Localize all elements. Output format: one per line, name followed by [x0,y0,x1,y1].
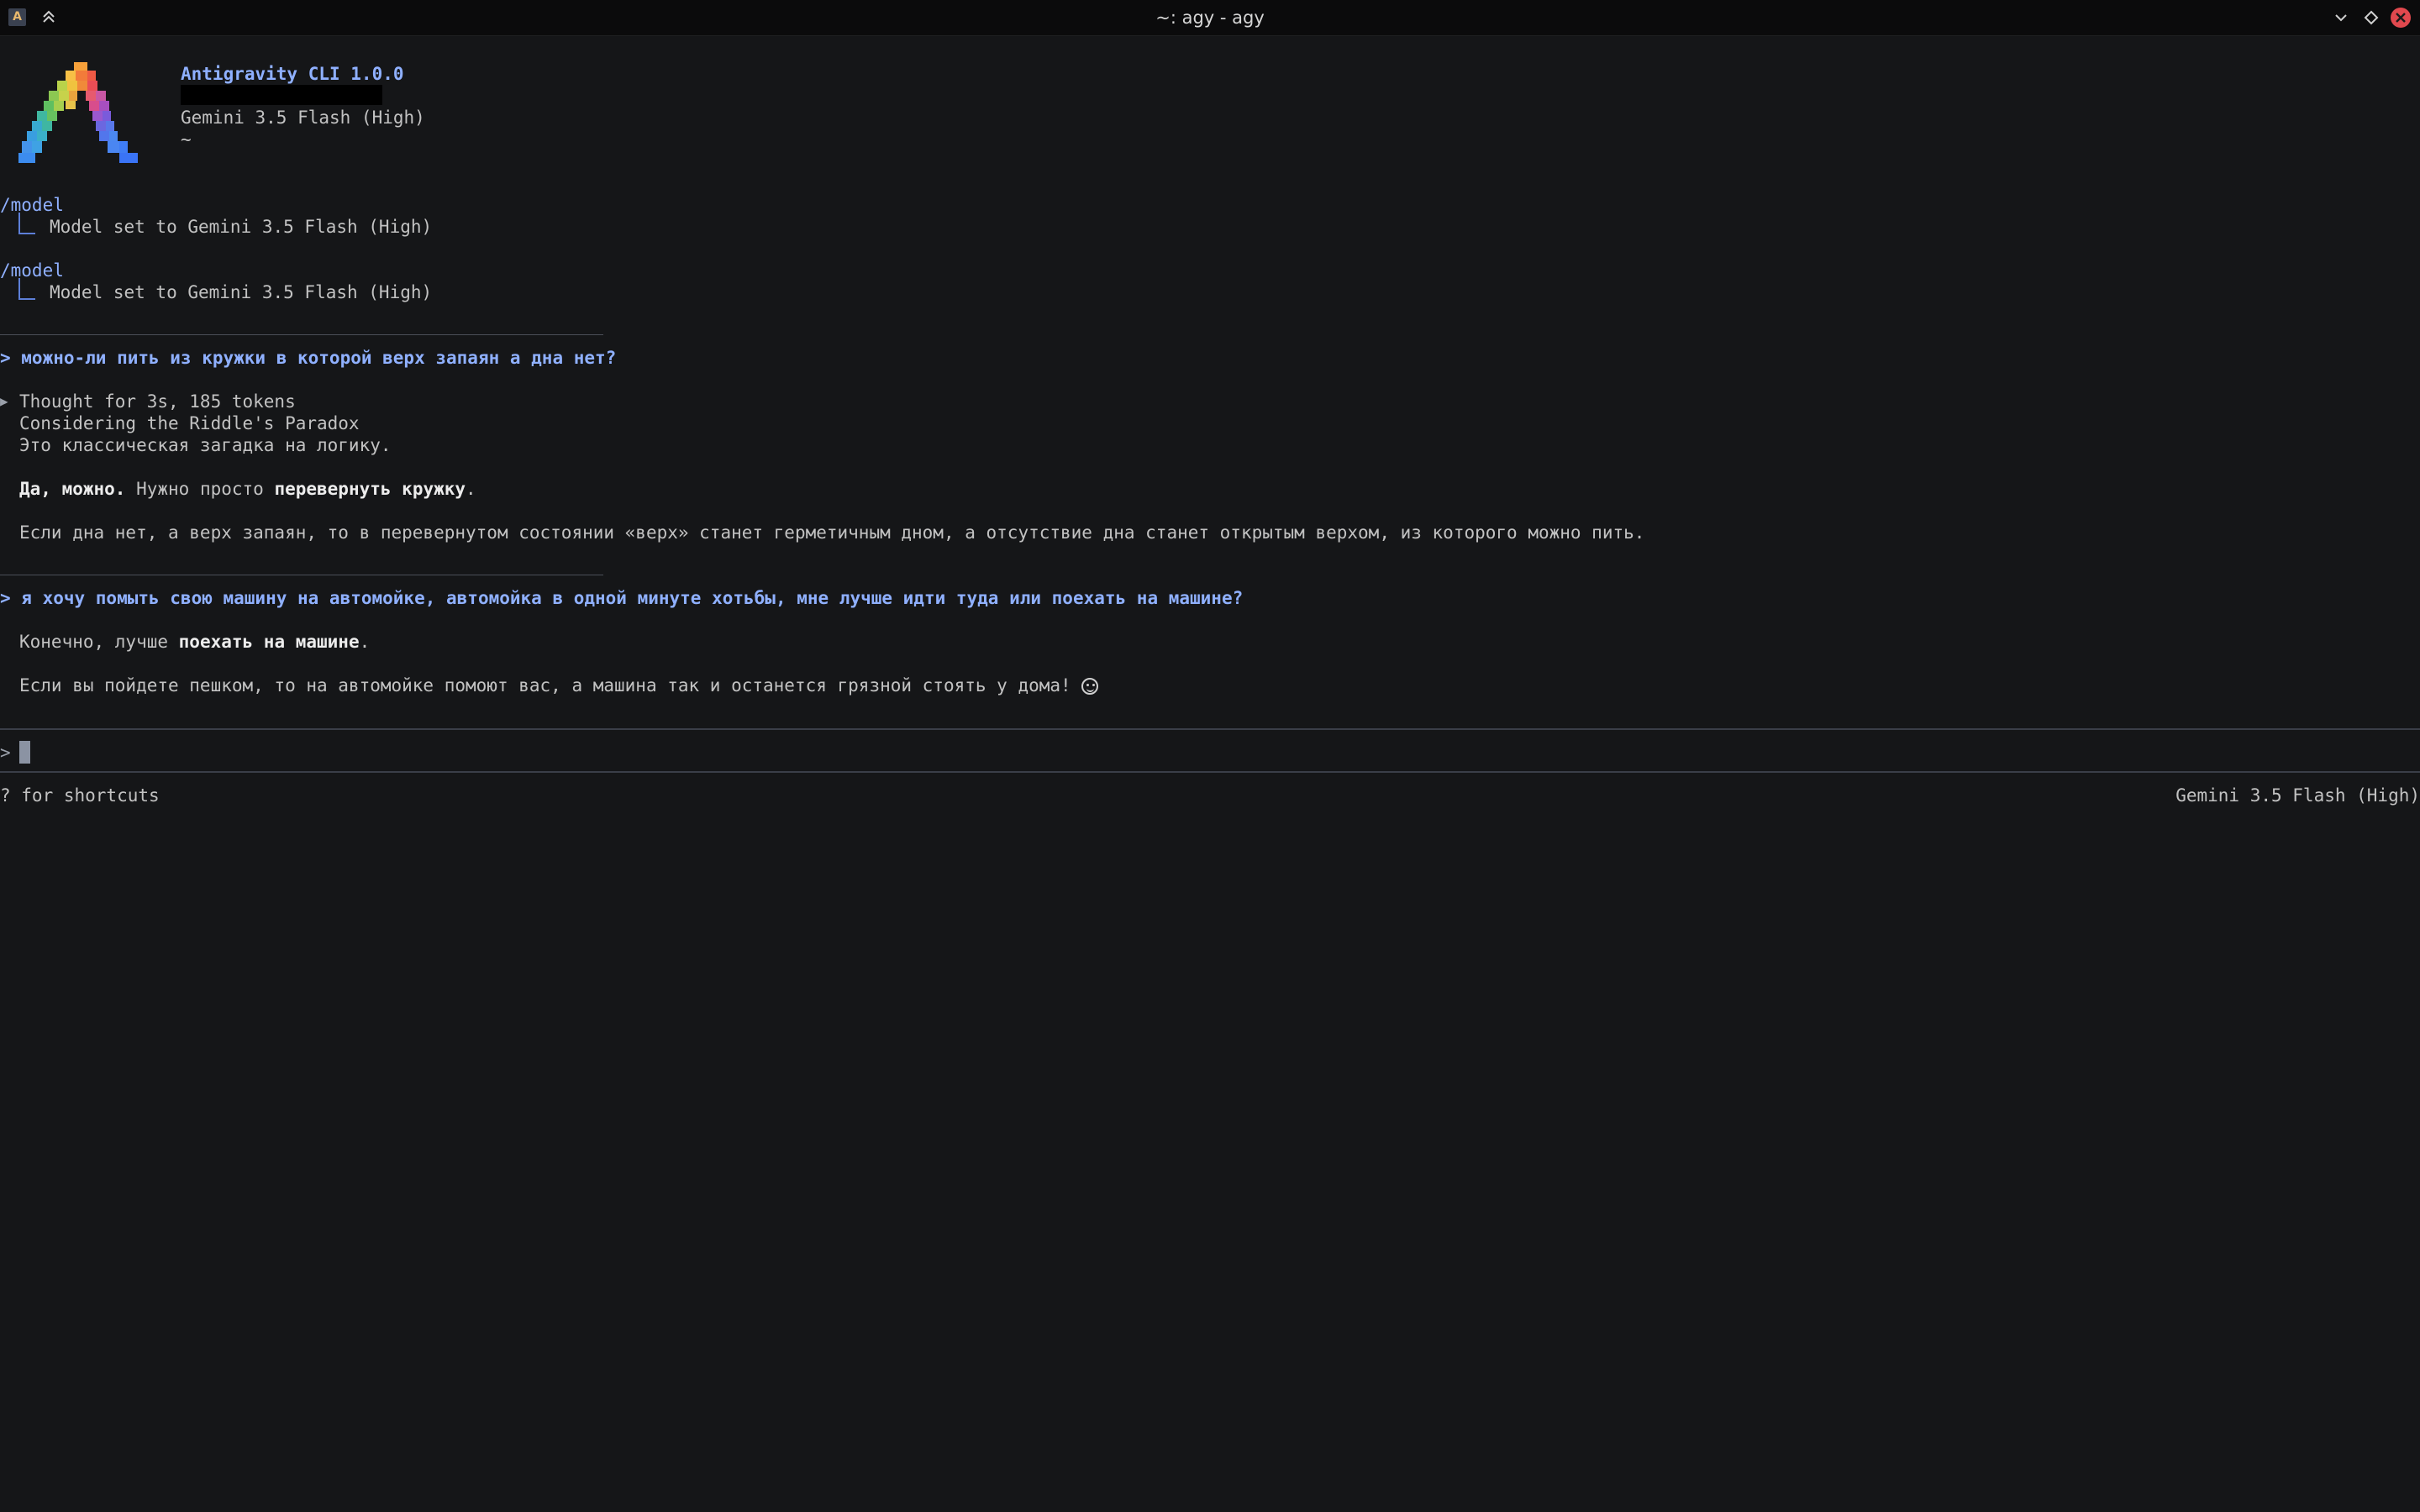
shortcuts-hint: ? for shortcuts [0,785,160,806]
history-result: Model set to Gemini 3.5 Flash (High) [50,217,433,237]
answer-text: Нужно просто [125,479,275,499]
answer-text: Конечно, лучше [19,632,179,652]
answer-bold: перевернуть кружку [274,479,466,499]
input-top-border [0,728,2420,730]
section-divider [0,334,603,335]
minimize-icon[interactable] [2331,8,2351,28]
close-icon[interactable] [2390,7,2412,29]
answer-bold: Да, можно. [19,479,126,499]
tree-connector [18,278,35,300]
user-prompt: > я хочу помыть свою машину на автомойке… [0,588,1244,608]
answer-paragraph: Конечно, лучше поехать на машине. [19,631,370,653]
answer-text: . [359,632,371,652]
history-result: Model set to Gemini 3.5 Flash (High) [50,282,433,302]
thought-title: Considering the Riddle's Paradox [19,413,360,433]
expand-thought-icon[interactable]: ▶ [0,391,8,412]
window-titlebar: A ~: agy - agy [0,0,2420,36]
answer-text: . [466,479,476,499]
user-prompt: > можно-ли пить из кружки в которой верх… [0,348,617,368]
redacted-account [181,85,382,105]
antigravity-logo [18,62,138,163]
answer-bold: поехать на машине [178,632,360,652]
input-bottom-border [0,771,2420,773]
thought-text: Это классическая загадка на логику. [19,435,392,455]
answer-paragraph: Да, можно. Нужно просто перевернуть круж… [19,478,476,500]
tree-connector [18,213,35,234]
window-title: ~: agy - agy [1155,8,1265,28]
thought-summary[interactable]: Thought for 3s, 185 tokens [19,391,296,412]
current-model: Gemini 3.5 Flash (High) [181,108,425,128]
app-name: Antigravity CLI 1.0.0 [181,64,404,84]
current-directory: ~ [181,129,192,150]
maximize-icon[interactable] [2361,8,2381,28]
grinning-face-icon [1081,678,1099,695]
answer-paragraph: Если дна нет, а верх запаян, то в переве… [19,522,1645,543]
text-cursor [19,741,30,764]
input-prompt-symbol: > [0,743,11,763]
answer-paragraph: Если вы пойдете пешком, то на автомойке … [19,675,1099,696]
answer-text: Если вы пойдете пешком, то на автомойке … [19,675,1082,696]
footer-model[interactable]: Gemini 3.5 Flash (High) [2175,785,2420,806]
